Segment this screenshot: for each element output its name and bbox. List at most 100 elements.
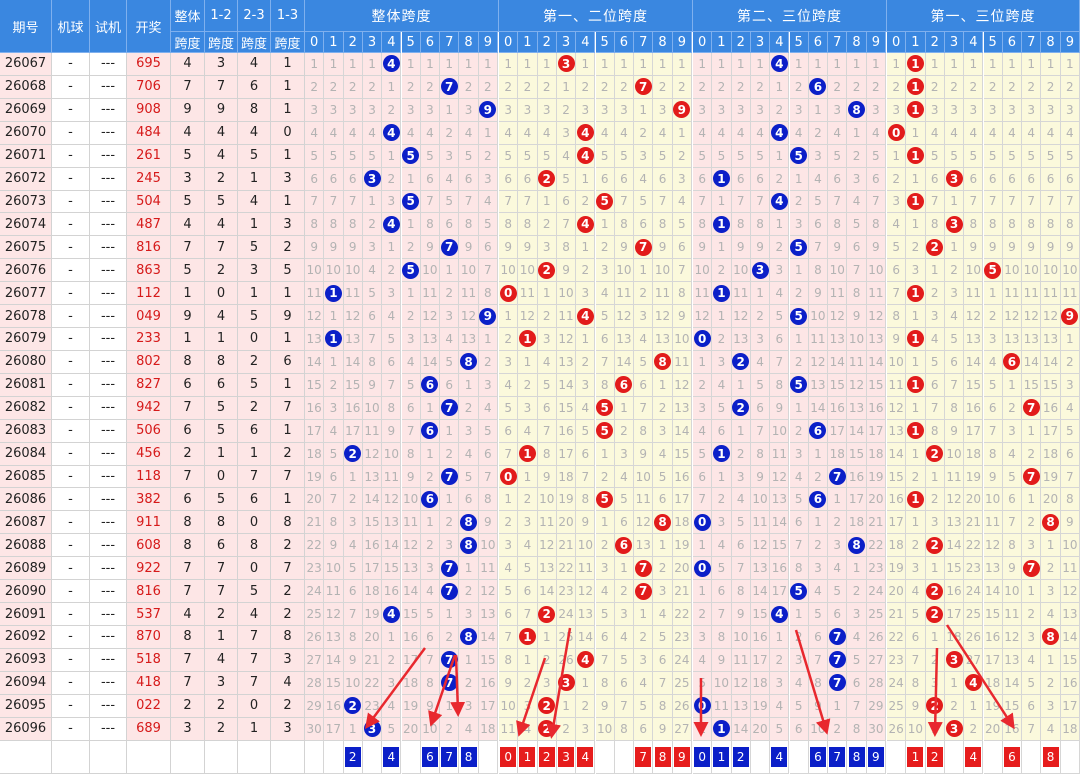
span-ball: 1 [906, 55, 924, 73]
omission-cell: 2 [828, 75, 848, 99]
hit-cell: 1 [712, 717, 732, 741]
omission-cell: 2 [634, 121, 654, 145]
row-26080-s23: 2 [238, 350, 271, 374]
omission-cell: 5 [1060, 144, 1080, 168]
header-cell-2: 试机 [90, 0, 127, 53]
omission-cell: 5 [653, 465, 673, 489]
pick-cell: 2 [925, 740, 945, 774]
omission-cell: 10 [305, 259, 325, 283]
omission-cell: 11 [324, 580, 344, 604]
omission-cell: 11 [537, 511, 557, 535]
omission-cell: 3 [712, 511, 732, 535]
row-26092-period: 26092 [0, 626, 52, 649]
hit-cell: 2 [537, 603, 557, 626]
hit-cell: 7 [828, 648, 848, 672]
omission-cell: 4 [382, 694, 402, 718]
omission-cell: 17 [478, 694, 498, 718]
omission-cell: 2 [420, 75, 441, 99]
omission-cell: 9 [499, 236, 519, 260]
omission-cell: 5 [1041, 144, 1061, 168]
hit-cell: 8 [653, 350, 673, 374]
row-26079-s23: 0 [238, 328, 271, 351]
omission-cell: 4 [556, 144, 577, 168]
omission-cell: 3 [324, 396, 344, 420]
omission-cell: 18 [847, 511, 867, 535]
omission-cell: 1 [499, 53, 519, 76]
span-ball: 4 [382, 605, 400, 623]
footer-s12 [205, 740, 238, 774]
omission-cell: 2 [808, 465, 829, 489]
pick-square: 6 [1003, 746, 1020, 767]
omission-cell: 18 [478, 717, 498, 741]
omission-cell: 8 [1060, 213, 1080, 237]
hit-cell: 0 [693, 557, 713, 581]
omission-cell: 9 [1060, 511, 1080, 535]
hit-cell: 4 [576, 648, 596, 672]
row-26076-draw: 863 [127, 259, 171, 283]
hit-cell: 2 [925, 236, 945, 260]
omission-cell: 3 [1041, 98, 1061, 122]
omission-cell: 4 [614, 465, 635, 489]
hit-cell: 5 [789, 144, 809, 168]
hit-cell: 2 [925, 442, 945, 466]
hit-cell: 7 [440, 671, 460, 695]
row-26078-s23: 5 [238, 305, 271, 329]
row-26077-s13: 1 [271, 282, 305, 306]
omission-cell: 20 [983, 717, 1003, 741]
digit-header-second-third-9: 9 [866, 32, 886, 53]
omission-cell: 7 [324, 190, 344, 214]
omission-cell: 1 [906, 350, 926, 374]
span-ball: 8 [848, 101, 866, 119]
omission-cell: 15 [1022, 373, 1042, 397]
row-26094-trial: --- [90, 671, 127, 695]
omission-cell: 10 [808, 305, 829, 329]
omission-cell: 2 [576, 190, 596, 214]
omission-cell: 3 [964, 98, 984, 122]
omission-cell: 4 [693, 121, 713, 145]
omission-cell: 9 [866, 236, 886, 260]
row-26077-s23: 1 [238, 282, 271, 306]
omission-cell: 21 [556, 534, 577, 558]
omission-cell: 6 [983, 396, 1003, 420]
row-26073-s13: 1 [271, 190, 305, 214]
omission-cell: 3 [324, 98, 344, 122]
omission-cell: 2 [518, 75, 538, 99]
omission-cell: 9 [672, 305, 692, 329]
omission-cell: 2 [925, 648, 945, 672]
omission-cell: 4 [362, 121, 383, 145]
span-ball: 5 [596, 192, 614, 210]
omission-cell: 4 [614, 626, 635, 649]
hit-cell: 5 [595, 488, 615, 512]
omission-cell: 19 [305, 465, 325, 489]
span-ball: 1 [906, 330, 924, 348]
row-26069-s13: 1 [271, 98, 305, 122]
omission-cell: 7 [343, 603, 363, 626]
omission-cell: 5 [770, 305, 790, 329]
omission-cell: 11 [634, 488, 654, 512]
omission-cell: 13 [808, 373, 829, 397]
omission-cell: 5 [518, 144, 538, 168]
omission-cell: 8 [518, 213, 538, 237]
omission-cell: 6 [1022, 167, 1042, 191]
span-ball: 3 [945, 651, 963, 669]
omission-cell: 12 [770, 465, 790, 489]
row-26067-period: 26067 [0, 53, 52, 76]
omission-cell: 5 [634, 694, 654, 718]
omission-cell: 2 [459, 396, 479, 420]
omission-cell: 22 [556, 557, 577, 581]
omission-cell: 6 [556, 190, 577, 214]
row-26070-s12: 4 [205, 121, 238, 145]
hit-cell: 4 [382, 53, 402, 76]
digit-header-first-second-6: 6 [614, 32, 635, 53]
omission-cell: 15 [1002, 694, 1023, 718]
omission-cell: 2 [789, 626, 809, 649]
omission-cell: 6 [478, 236, 498, 260]
omission-cell: 6 [634, 213, 654, 237]
omission-cell: 2 [789, 282, 809, 306]
omission-cell: 1 [693, 717, 713, 741]
span-ball: 8 [848, 536, 866, 554]
hit-cell: 8 [847, 98, 867, 122]
omission-cell: 21 [887, 603, 907, 626]
omission-cell: 3 [731, 465, 751, 489]
omission-cell: 6 [614, 167, 635, 191]
